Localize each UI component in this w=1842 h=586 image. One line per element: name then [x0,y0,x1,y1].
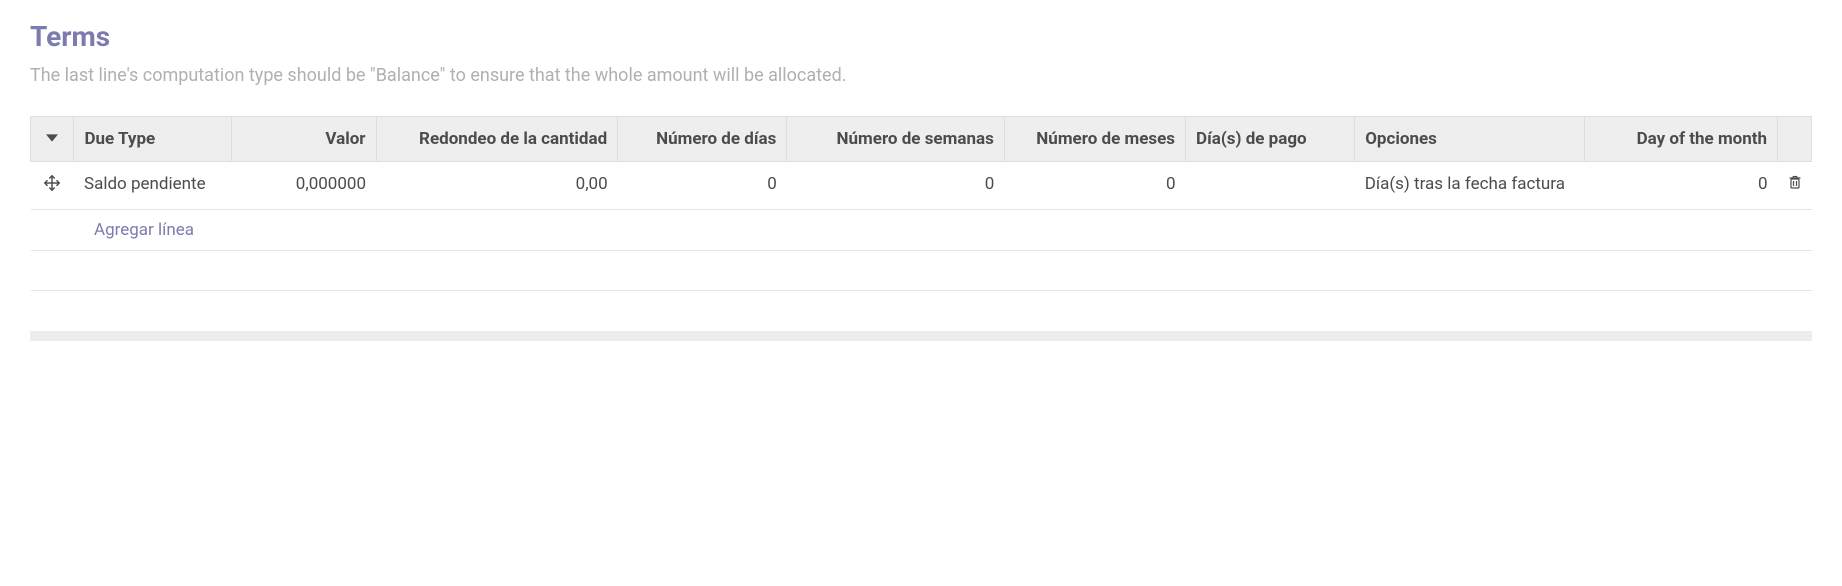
cell-redondeo[interactable]: 0,00 [376,162,618,210]
cell-num-dias[interactable]: 0 [618,162,787,210]
cell-valor[interactable]: 0,000000 [231,162,376,210]
terms-table-wrap: Due Type Valor Redondeo de la cantidad N… [30,116,1812,291]
col-day-of-month[interactable]: Day of the month [1584,117,1777,162]
cell-dias-pago[interactable] [1186,162,1355,210]
col-num-meses[interactable]: Número de meses [1004,117,1185,162]
col-num-dias[interactable]: Número de días [618,117,787,162]
col-opciones[interactable]: Opciones [1355,117,1585,162]
drag-handle-icon[interactable] [43,174,61,197]
col-delete [1778,117,1812,162]
section-subtitle: The last line's computation type should … [30,65,1812,86]
section-title: Terms [30,20,1812,53]
col-num-semanas[interactable]: Número de semanas [787,117,1004,162]
terms-table: Due Type Valor Redondeo de la cantidad N… [30,116,1812,291]
col-due-type[interactable]: Due Type [74,117,231,162]
cell-num-meses[interactable]: 0 [1004,162,1185,210]
cell-num-semanas[interactable]: 0 [787,162,1004,210]
cell-due-type[interactable]: Saldo pendiente [74,162,231,210]
col-valor[interactable]: Valor [231,117,376,162]
col-redondeo[interactable]: Redondeo de la cantidad [376,117,618,162]
table-row[interactable]: Saldo pendiente 0,000000 0,00 0 0 0 Día(… [31,162,1812,210]
add-line-row: Agregar línea [31,210,1812,251]
horizontal-scrollbar[interactable] [30,331,1812,341]
cell-day-of-month[interactable]: 0 [1584,162,1777,210]
add-line-button[interactable]: Agregar línea [84,210,204,250]
col-dias-pago[interactable]: Día(s) de pago [1186,117,1355,162]
cell-opciones[interactable]: Día(s) tras la fecha factura [1355,162,1585,210]
column-options-header[interactable] [31,117,74,162]
caret-down-icon[interactable] [46,129,58,149]
trash-icon[interactable] [1787,174,1803,195]
